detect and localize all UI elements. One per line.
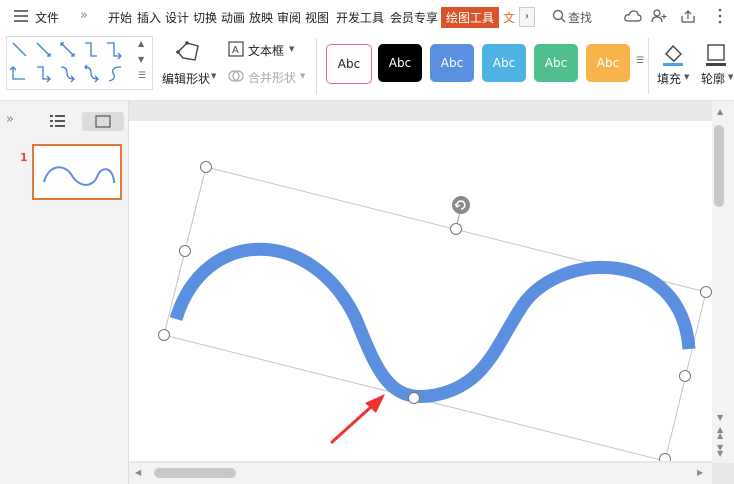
expand-panel-icon[interactable]: » (6, 112, 14, 127)
edit-shape-icon[interactable] (175, 40, 201, 67)
shape-style-4[interactable]: Abc (482, 44, 526, 82)
tab-slideshow[interactable]: 放映 (249, 9, 273, 26)
tab-home[interactable]: 开始 (108, 9, 132, 26)
rotate-handle[interactable] (452, 196, 470, 214)
resize-handle-bottom-left[interactable] (158, 329, 170, 341)
menu-file[interactable]: 文件 (35, 9, 59, 26)
slide-canvas[interactable] (129, 121, 712, 461)
scroll-up-arrow-icon[interactable]: ▲ (717, 107, 723, 116)
dropdown-arrow-icon[interactable]: ▼ (684, 73, 689, 81)
resize-handle-top[interactable] (450, 223, 462, 235)
tab-review[interactable]: 审阅 (277, 9, 301, 26)
dropdown-arrow-icon[interactable]: ▼ (211, 72, 216, 80)
dropdown-arrow-icon[interactable]: ▼ (300, 72, 305, 80)
scroll-right-arrow-icon[interactable]: ▶ (697, 468, 703, 477)
svg-text:A: A (232, 45, 239, 56)
resize-handle-right[interactable] (679, 370, 691, 382)
tab-member[interactable]: 会员专享 (390, 9, 438, 26)
slide-thumbnail[interactable] (32, 144, 122, 200)
wave-curve[interactable] (169, 242, 696, 404)
shape-style-5[interactable]: Abc (534, 44, 578, 82)
horizontal-scroll-thumb[interactable] (154, 468, 236, 478)
resize-handle-top-right[interactable] (700, 286, 712, 298)
resize-handle-left[interactable] (179, 245, 191, 257)
slide-view-button[interactable] (82, 112, 124, 131)
tab-drawing-tools[interactable]: 绘图工具 (441, 7, 500, 28)
shape-style-6[interactable]: Abc (586, 44, 630, 82)
edit-shape-button[interactable]: 编辑形状 (162, 70, 210, 87)
merge-shape-button[interactable]: 合并形状 (248, 69, 296, 86)
shape-style-3[interactable]: Abc (430, 44, 474, 82)
ribbon-divider (316, 38, 317, 94)
slide-number: 1 (20, 151, 28, 164)
dropdown-arrow-icon[interactable]: ▼ (728, 73, 733, 81)
resize-handle-bottom[interactable] (408, 392, 420, 404)
tab-text-tools[interactable]: 文 (503, 9, 515, 26)
slide-view-icon (95, 115, 111, 128)
merge-shape-icon (228, 68, 244, 87)
tab-design[interactable]: 设计 (165, 9, 189, 26)
tab-insert[interactable]: 插入 (137, 9, 161, 26)
tab-view[interactable]: 视图 (305, 9, 329, 26)
next-page-icon[interactable]: ▼ ▼ (717, 444, 723, 458)
tab-transition[interactable]: 切换 (193, 9, 217, 26)
line-shapes-icon[interactable] (7, 37, 152, 89)
style-gallery-expand-icon[interactable]: ☰ (636, 56, 644, 66)
red-arrow-annotation (329, 394, 385, 445)
vertical-scrollbar[interactable]: ▲ ▼ ▲ ▲ ▼ ▼ (712, 101, 734, 463)
thumbnail-curve (43, 166, 115, 186)
tab-animation[interactable]: 动画 (221, 9, 245, 26)
user-add-icon[interactable] (651, 9, 667, 26)
slide-thumbnail-panel: » 1 (0, 101, 129, 484)
tab-developer[interactable]: 开发工具 (336, 9, 384, 26)
outline-view-icon[interactable] (50, 114, 66, 131)
text-box-button[interactable]: 文本框 (248, 42, 284, 59)
outline-button[interactable]: 轮廓 (701, 70, 725, 87)
slide-drawing (158, 161, 712, 462)
search-label[interactable]: 查找 (568, 9, 592, 26)
vertical-scroll-thumb[interactable] (714, 125, 724, 207)
gallery-expand-icon[interactable]: ☰ (138, 71, 146, 81)
scroll-left-arrow-icon[interactable]: ◀ (135, 468, 141, 477)
shape-style-1[interactable]: Abc (326, 44, 372, 84)
search-icon[interactable] (552, 9, 566, 26)
resize-handle-top-left[interactable] (200, 161, 212, 173)
fill-bucket-icon[interactable] (661, 42, 685, 69)
dropdown-arrow-icon[interactable]: ▼ (289, 45, 294, 53)
resize-handle-bottom-right[interactable] (659, 453, 671, 462)
gallery-scroll-up-icon[interactable]: ▲ (138, 39, 144, 48)
more-vertical-icon[interactable] (718, 8, 722, 27)
selection-bounding-box (163, 166, 707, 461)
cloud-icon[interactable] (624, 9, 642, 26)
text-box-icon[interactable]: A (228, 41, 244, 60)
tab-scroll-right-button[interactable]: › (519, 7, 535, 27)
line-shape-gallery: ▲ ▼ ☰ (6, 36, 153, 90)
share-icon[interactable] (680, 9, 696, 26)
menu-bar: 文件 » 开始 插入 设计 切换 动画 放映 审阅 视图 开发工具 会员专享 绘… (0, 0, 734, 32)
ribbon-divider (648, 38, 649, 94)
prev-page-icon[interactable]: ▲ ▲ (717, 426, 723, 440)
ribbon: ▲ ▼ ☰ 编辑形状 ▼ A 文本框 ▼ 合并形状 ▼ Abc Abc Abc … (0, 32, 734, 101)
shape-style-2[interactable]: Abc (378, 44, 422, 82)
horizontal-scrollbar[interactable]: ◀ ▶ (129, 463, 712, 484)
outline-icon[interactable] (705, 42, 727, 69)
double-chevron-icon[interactable]: » (80, 8, 88, 23)
gallery-scroll-down-icon[interactable]: ▼ (138, 55, 144, 64)
scroll-down-arrow-icon[interactable]: ▼ (717, 413, 723, 422)
hamburger-icon[interactable] (13, 9, 29, 26)
fill-button[interactable]: 填充 (657, 70, 681, 87)
